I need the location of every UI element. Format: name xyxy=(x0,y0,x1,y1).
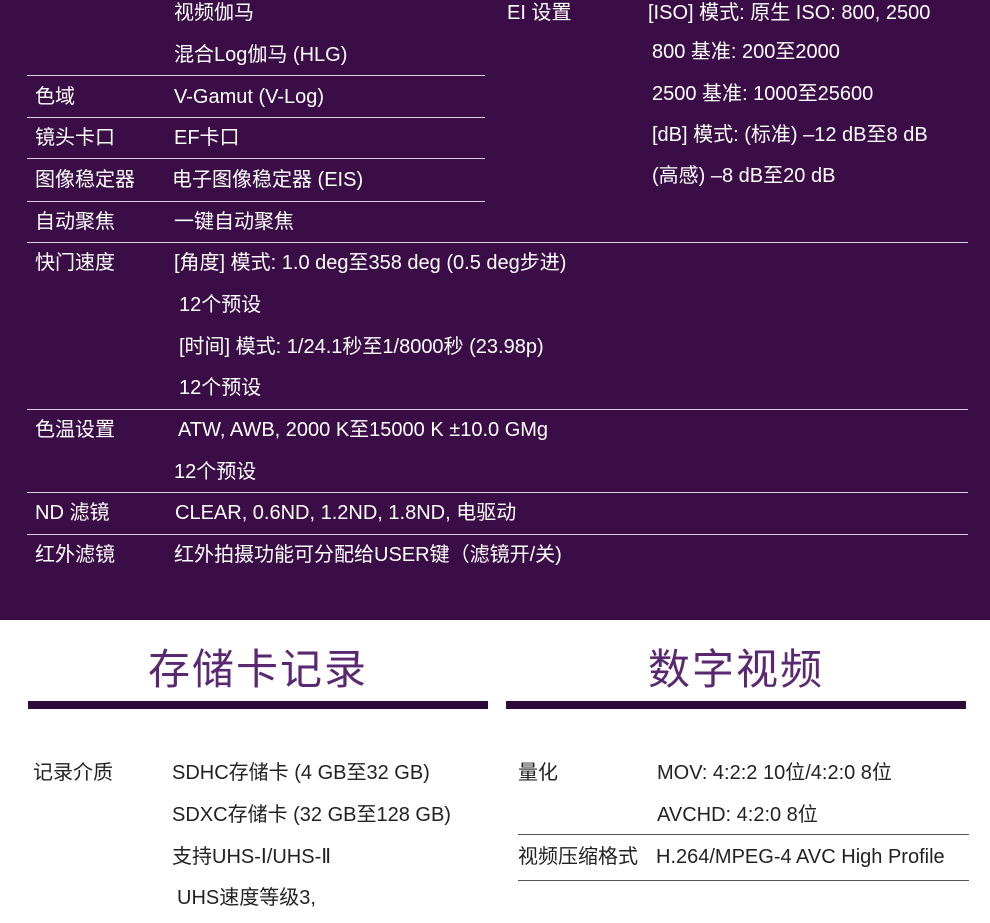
autofocus-value: 一键自动聚焦 xyxy=(174,211,294,233)
quantization-value-1: MOV: 4:2:2 10位/4:2:0 8位 xyxy=(657,762,892,784)
stabilizer-label: 图像稳定器 xyxy=(35,169,135,191)
white-balance-value-1: ATW, AWB, 2000 K至15000 K ±10.0 GMg xyxy=(178,419,549,441)
divider xyxy=(27,534,968,535)
color-space-value: V-Gamut (V-Log) xyxy=(174,86,325,108)
divider xyxy=(518,834,969,835)
heading-underline xyxy=(28,701,488,709)
lens-mount-value: EF卡口 xyxy=(174,127,240,149)
media-value-1: SDHC存储卡 (4 GB至32 GB) xyxy=(172,762,430,784)
ei-value-3: 2500 基准: 1000至25600 xyxy=(652,83,874,105)
gamma-value-2: 混合Log伽马 (HLG) xyxy=(174,44,348,66)
ir-filter-value: 红外拍摄功能可分配给USER键（滤镜开/关) xyxy=(174,544,562,566)
shutter-value-1: [角度] 模式: 1.0 deg至358 deg (0.5 deg步进) xyxy=(174,252,567,274)
media-value-2: SDXC存储卡 (32 GB至128 GB) xyxy=(172,804,451,826)
media-value-4: UHS速度等级3, xyxy=(177,887,316,909)
digital-video-heading: 数字视频 xyxy=(647,646,824,693)
shutter-value-2: 12个预设 xyxy=(179,294,262,316)
media-value-3: 支持UHS-Ⅰ/UHS-Ⅱ xyxy=(172,846,332,868)
card-recording-heading: 存储卡记录 xyxy=(147,646,368,693)
quantization-label: 量化 xyxy=(518,762,558,784)
ei-label: EI 设置 xyxy=(507,2,572,24)
compression-label: 视频压缩格式 xyxy=(518,846,638,868)
quantization-value-2: AVCHD: 4:2:0 8位 xyxy=(657,804,818,826)
ir-filter-label: 红外滤镜 xyxy=(35,544,115,566)
media-label: 记录介质 xyxy=(33,762,113,784)
divider xyxy=(27,201,485,202)
compression-value: H.264/MPEG-4 AVC High Profile xyxy=(656,846,945,868)
divider xyxy=(518,880,969,881)
white-balance-value-2: 12个预设 xyxy=(174,461,257,483)
divider xyxy=(27,242,968,243)
spec-panel-top: 视频伽马 混合Log伽马 (HLG) 色域 V-Gamut (V-Log) 镜头… xyxy=(0,0,990,620)
autofocus-label: 自动聚焦 xyxy=(35,211,115,233)
ei-value-2: 800 基准: 200至2000 xyxy=(652,41,840,63)
gamma-value-1: 视频伽马 xyxy=(174,2,254,24)
divider xyxy=(27,158,485,159)
shutter-label: 快门速度 xyxy=(35,252,115,274)
ei-value-5: (高感) –8 dB至20 dB xyxy=(652,165,836,187)
divider xyxy=(27,492,968,493)
ei-value-4: [dB] 模式: (标准) –12 dB至8 dB xyxy=(652,124,928,146)
divider xyxy=(27,75,485,76)
ei-value-1: [ISO] 模式: 原生 ISO: 800, 2500 xyxy=(648,2,931,24)
white-balance-label: 色温设置 xyxy=(35,419,115,441)
color-space-label: 色域 xyxy=(35,86,75,108)
shutter-value-4: 12个预设 xyxy=(179,377,262,399)
nd-filter-value: CLEAR, 0.6ND, 1.2ND, 1.8ND, 电驱动 xyxy=(175,502,517,524)
divider xyxy=(27,409,968,410)
stabilizer-value: 电子图像稳定器 (EIS) xyxy=(172,169,364,191)
shutter-value-3: [时间] 模式: 1/24.1秒至1/8000秒 (23.98p) xyxy=(179,336,544,358)
divider xyxy=(27,117,485,118)
lens-mount-label: 镜头卡口 xyxy=(35,127,115,149)
nd-filter-label: ND 滤镜 xyxy=(35,502,110,524)
heading-underline xyxy=(506,701,966,709)
